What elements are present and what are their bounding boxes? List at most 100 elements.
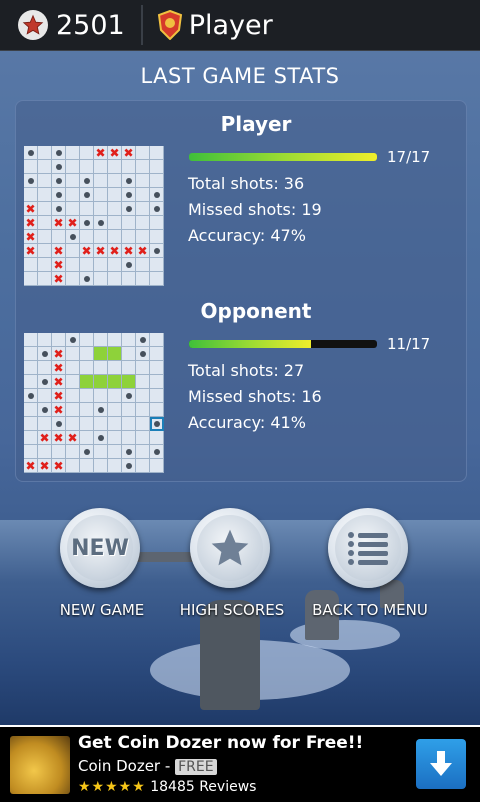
board-cell xyxy=(24,146,38,160)
board-cell xyxy=(136,459,150,473)
high-scores-label[interactable]: HIGH SCORES xyxy=(152,601,312,619)
star-icon xyxy=(18,10,48,40)
board-cell: ✖ xyxy=(52,431,66,445)
board-cell xyxy=(80,459,94,473)
board-cell: ✖ xyxy=(66,431,80,445)
hit-x-icon: ✖ xyxy=(53,271,64,286)
board-cell xyxy=(24,445,38,459)
board-cell xyxy=(66,347,80,361)
board-cell xyxy=(150,244,164,258)
board-cell xyxy=(108,333,122,347)
miss-dot-icon xyxy=(83,219,90,226)
board-cell: ✖ xyxy=(52,216,66,230)
board-cell xyxy=(38,244,52,258)
board-cell xyxy=(122,333,136,347)
back-to-menu-button[interactable] xyxy=(328,508,408,588)
board-cell xyxy=(24,258,38,272)
board-cell xyxy=(108,431,122,445)
board-cell xyxy=(80,347,94,361)
board-cell: ✖ xyxy=(52,389,66,403)
board-cell xyxy=(136,389,150,403)
board-cell xyxy=(122,216,136,230)
board-cell xyxy=(108,230,122,244)
back-to-menu-label[interactable]: BACK TO MENU xyxy=(290,601,450,619)
page-title: LAST GAME STATS xyxy=(140,64,340,88)
board-cell xyxy=(38,188,52,202)
miss-dot-icon xyxy=(153,247,160,254)
board-cell xyxy=(136,258,150,272)
board-cell xyxy=(94,216,108,230)
board-cell: ✖ xyxy=(52,258,66,272)
board-cell xyxy=(66,244,80,258)
board-cell: ✖ xyxy=(80,244,94,258)
ad-app-name: Coin Dozer - FREE xyxy=(78,757,217,775)
miss-dot-icon xyxy=(41,406,48,413)
miss-dot-icon xyxy=(125,191,132,198)
board-cell xyxy=(136,174,150,188)
board-cell xyxy=(24,188,38,202)
board-cell: ✖ xyxy=(38,431,52,445)
board-cell xyxy=(66,403,80,417)
board-cell xyxy=(52,202,66,216)
board-cell xyxy=(24,160,38,174)
board-cell xyxy=(136,272,150,286)
board-cell xyxy=(52,188,66,202)
board-cell xyxy=(38,160,52,174)
board-cell xyxy=(24,174,38,188)
board-cell xyxy=(108,188,122,202)
hit-x-icon: ✖ xyxy=(25,201,36,216)
board-cell xyxy=(150,272,164,286)
board-cell xyxy=(24,347,38,361)
board-cell: ✖ xyxy=(24,244,38,258)
board-cell xyxy=(66,445,80,459)
board-cell xyxy=(122,403,136,417)
high-scores-button[interactable] xyxy=(190,508,270,588)
miss-dot-icon xyxy=(125,392,132,399)
board-cell: ✖ xyxy=(122,146,136,160)
board-cell xyxy=(94,174,108,188)
hit-x-icon: ✖ xyxy=(53,388,64,403)
miss-dot-icon xyxy=(55,149,62,156)
board-cell xyxy=(66,417,80,431)
new-game-button[interactable]: NEW xyxy=(60,508,140,588)
score-value: 2501 xyxy=(56,9,125,41)
miss-dot-icon xyxy=(139,350,146,357)
board-cell xyxy=(136,347,150,361)
miss-dot-icon xyxy=(55,205,62,212)
board-cell xyxy=(122,417,136,431)
miss-dot-icon xyxy=(153,205,160,212)
hit-x-icon: ✖ xyxy=(109,243,120,258)
board-cell xyxy=(150,347,164,361)
board-cell xyxy=(150,459,164,473)
board-cell xyxy=(122,174,136,188)
board-cell xyxy=(94,445,108,459)
player-section-title: Player xyxy=(220,112,292,136)
hit-x-icon: ✖ xyxy=(81,243,92,258)
download-button[interactable] xyxy=(416,739,466,789)
board-cell xyxy=(38,146,52,160)
board-cell xyxy=(122,230,136,244)
board-cell: ✖ xyxy=(136,244,150,258)
board-cell xyxy=(24,333,38,347)
board-cell: ✖ xyxy=(52,272,66,286)
ad-banner[interactable]: Get Coin Dozer now for Free!! Coin Dozer… xyxy=(0,725,480,802)
ad-rating: ★★★★★ 18485 Reviews xyxy=(78,779,256,795)
board-cell xyxy=(150,216,164,230)
hit-x-icon: ✖ xyxy=(53,360,64,375)
board-cell xyxy=(80,188,94,202)
board-cell: ✖ xyxy=(24,202,38,216)
hit-x-icon: ✖ xyxy=(39,458,50,473)
board-cell xyxy=(38,174,52,188)
board-cell xyxy=(150,202,164,216)
board-cell xyxy=(38,403,52,417)
opponent-total-shots: Total shots: 27 xyxy=(188,361,305,380)
board-cell xyxy=(80,445,94,459)
board-cell xyxy=(38,333,52,347)
top-bar: 2501 Player xyxy=(0,0,480,51)
board-cell xyxy=(24,417,38,431)
board-cell xyxy=(108,202,122,216)
board-cell: ✖ xyxy=(94,244,108,258)
board-cell: ✖ xyxy=(52,403,66,417)
board-cell xyxy=(94,403,108,417)
board-cell xyxy=(122,347,136,361)
